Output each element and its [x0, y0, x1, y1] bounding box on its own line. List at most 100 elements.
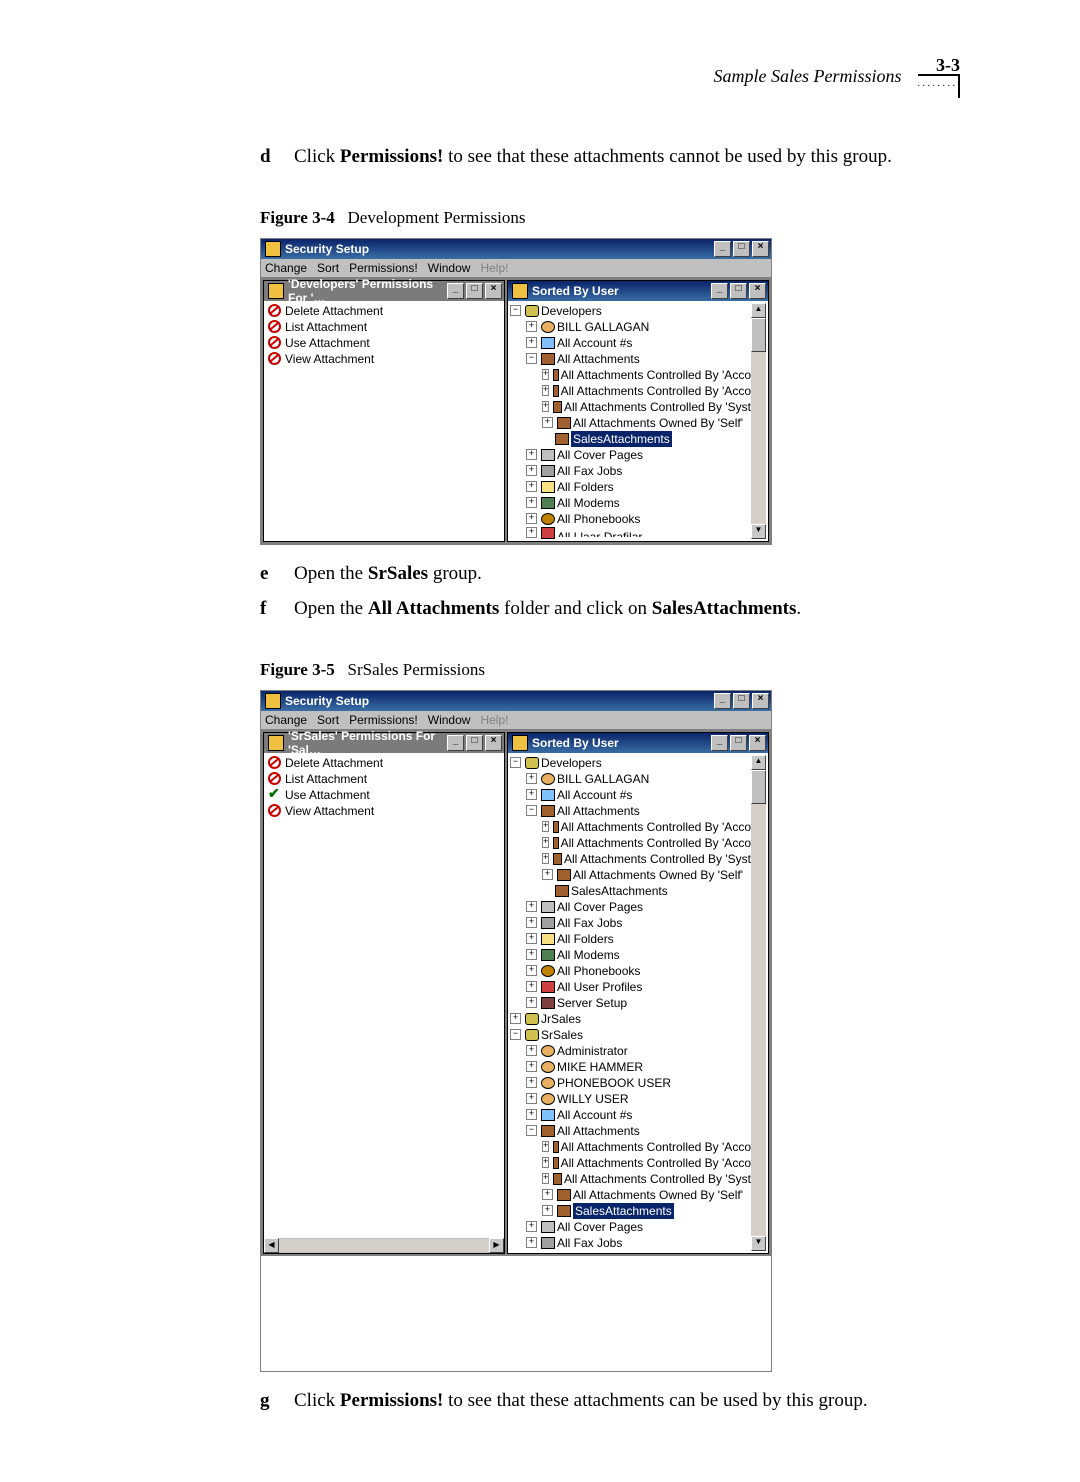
permissions-panel-titlebar[interactable]: 'Developers' Permissions For '… _ □ × [264, 281, 504, 301]
close-button[interactable]: × [752, 693, 769, 709]
perm-view-attachment[interactable]: View Attachment [266, 803, 502, 819]
maximize-button[interactable]: □ [466, 735, 483, 751]
tree-node-all-attachments[interactable]: −All Attachments [510, 1123, 751, 1139]
minimize-button[interactable]: _ [711, 735, 728, 751]
menu-change[interactable]: Change [265, 261, 307, 275]
perm-view-attachment[interactable]: View Attachment [266, 351, 502, 367]
menu-help[interactable]: Help! [480, 713, 508, 727]
tree-node-user[interactable]: +WILLY USER [510, 1091, 751, 1107]
menu-help[interactable]: Help! [480, 261, 508, 275]
tree-node-modems[interactable]: +All Modems [510, 947, 751, 963]
tree-node-fax-jobs[interactable]: +All Fax Jobs [510, 463, 751, 479]
tree-node-att[interactable]: +All Attachments Controlled By 'Acco [510, 835, 751, 851]
minimize-button[interactable]: _ [711, 283, 728, 299]
tree-node-partial[interactable]: +All Llaar Drafilar [510, 527, 751, 539]
tree-node-att[interactable]: +All Attachments Owned By 'Self' [510, 1187, 751, 1203]
menu-permissions[interactable]: Permissions! [349, 261, 418, 275]
horizontal-scrollbar[interactable]: ◀ ▶ [264, 1238, 504, 1253]
tree-node-accounts[interactable]: +All Account #s [510, 1107, 751, 1123]
tree-node-server-setup[interactable]: +Server Setup [510, 995, 751, 1011]
tree-node-all-attachments[interactable]: −All Attachments [510, 803, 751, 819]
minimize-button[interactable]: _ [714, 693, 731, 709]
users-tree[interactable]: −Developers +BILL GALLAGAN +All Account … [510, 755, 751, 1251]
tree-node-att[interactable]: +All Attachments Controlled By 'Syst [510, 1171, 751, 1187]
perm-use-attachment[interactable]: Use Attachment [266, 787, 502, 803]
tree-panel-titlebar[interactable]: Sorted By User _ □ × [508, 733, 768, 753]
tree-node-folders[interactable]: +All Folders [510, 931, 751, 947]
tree-node-att[interactable]: +All Attachments Owned By 'Self' [510, 415, 751, 431]
window-titlebar[interactable]: Security Setup _ □ × [261, 239, 771, 259]
perm-list-attachment[interactable]: List Attachment [266, 319, 502, 335]
maximize-button[interactable]: □ [730, 283, 747, 299]
menu-sort[interactable]: Sort [317, 261, 339, 275]
minimize-button[interactable]: _ [714, 241, 731, 257]
vertical-scrollbar[interactable]: ▲ ▼ [751, 303, 766, 539]
tree-node-cover-pages[interactable]: +All Cover Pages [510, 1219, 751, 1235]
tree-node-cover-pages[interactable]: +All Cover Pages [510, 447, 751, 463]
tree-node-user[interactable]: +PHONEBOOK USER [510, 1075, 751, 1091]
menu-permissions[interactable]: Permissions! [349, 713, 418, 727]
menu-window[interactable]: Window [428, 261, 471, 275]
tree-node-accounts[interactable]: +All Account #s [510, 787, 751, 803]
tree-node-att[interactable]: +All Attachments Controlled By 'Acco [510, 367, 751, 383]
maximize-button[interactable]: □ [733, 241, 750, 257]
vertical-scrollbar[interactable]: ▲ ▼ [751, 755, 766, 1251]
tree-node-salesattachments[interactable]: SalesAttachments [510, 431, 751, 447]
tree-node-cover-pages[interactable]: +All Cover Pages [510, 899, 751, 915]
users-tree[interactable]: −Developers +BILL GALLAGAN +All Account … [510, 303, 751, 539]
tree-node-att[interactable]: +All Attachments Controlled By 'Acco [510, 1155, 751, 1171]
tree-node-srsales[interactable]: −SrSales [510, 1027, 751, 1043]
tree-node-att[interactable]: +All Attachments Owned By 'Self' [510, 867, 751, 883]
tree-node-developers[interactable]: −Developers [510, 755, 751, 771]
tree-node-user[interactable]: +BILL GALLAGAN [510, 319, 751, 335]
minimize-button[interactable]: _ [447, 283, 464, 299]
tree-node-user-profiles[interactable]: +All User Profiles [510, 979, 751, 995]
tree-node-user[interactable]: +BILL GALLAGAN [510, 771, 751, 787]
tree-node-accounts[interactable]: +All Account #s [510, 335, 751, 351]
tree-node-fax-jobs[interactable]: +All Fax Jobs [510, 915, 751, 931]
perm-delete-attachment[interactable]: Delete Attachment [266, 755, 502, 771]
tree-node-all-attachments[interactable]: −All Attachments [510, 351, 751, 367]
tree-panel-titlebar[interactable]: Sorted By User _ □ × [508, 281, 768, 301]
tree-node-att[interactable]: +All Attachments Controlled By 'Syst [510, 851, 751, 867]
perm-delete-attachment[interactable]: Delete Attachment [266, 303, 502, 319]
tree-node-user[interactable]: +MIKE HAMMER [510, 1059, 751, 1075]
scroll-up-arrow[interactable]: ▲ [751, 303, 766, 318]
permissions-panel-titlebar[interactable]: 'SrSales' Permissions For 'Sal… _ □ × [264, 733, 504, 753]
close-button[interactable]: × [752, 241, 769, 257]
close-button[interactable]: × [485, 735, 502, 751]
tree-node-developers[interactable]: −Developers [510, 303, 751, 319]
tree-node-modems[interactable]: +All Modems [510, 495, 751, 511]
maximize-button[interactable]: □ [730, 735, 747, 751]
tree-node-phonebooks[interactable]: +All Phonebooks [510, 511, 751, 527]
maximize-button[interactable]: □ [733, 693, 750, 709]
tree-node-salesattachments[interactable]: +SalesAttachments [510, 1203, 751, 1219]
window-titlebar[interactable]: Security Setup _ □ × [261, 691, 771, 711]
menu-sort[interactable]: Sort [317, 713, 339, 727]
scroll-left-arrow[interactable]: ◀ [264, 1238, 279, 1253]
menu-change[interactable]: Change [265, 713, 307, 727]
perm-list-attachment[interactable]: List Attachment [266, 771, 502, 787]
menu-window[interactable]: Window [428, 713, 471, 727]
close-button[interactable]: × [749, 283, 766, 299]
tree-node-folders[interactable]: +All Folders [510, 479, 751, 495]
tree-node-att[interactable]: +All Attachments Controlled By 'Acco [510, 1139, 751, 1155]
scroll-right-arrow[interactable]: ▶ [489, 1238, 504, 1253]
tree-node-phonebooks[interactable]: +All Phonebooks [510, 963, 751, 979]
tree-node-att[interactable]: +All Attachments Controlled By 'Acco [510, 383, 751, 399]
scroll-thumb[interactable] [751, 770, 766, 804]
tree-node-user[interactable]: +Administrator [510, 1043, 751, 1059]
tree-node-fax-jobs[interactable]: +All Fax Jobs [510, 1235, 751, 1251]
close-button[interactable]: × [485, 283, 502, 299]
scroll-up-arrow[interactable]: ▲ [751, 755, 766, 770]
minimize-button[interactable]: _ [447, 735, 464, 751]
tree-node-jrsales[interactable]: +JrSales [510, 1011, 751, 1027]
scroll-down-arrow[interactable]: ▼ [751, 524, 766, 539]
maximize-button[interactable]: □ [466, 283, 483, 299]
scroll-thumb[interactable] [751, 318, 766, 352]
close-button[interactable]: × [749, 735, 766, 751]
tree-node-att[interactable]: +All Attachments Controlled By 'Syst [510, 399, 751, 415]
tree-node-salesattachments[interactable]: SalesAttachments [510, 883, 751, 899]
tree-node-att[interactable]: +All Attachments Controlled By 'Acco [510, 819, 751, 835]
scroll-down-arrow[interactable]: ▼ [751, 1236, 766, 1251]
